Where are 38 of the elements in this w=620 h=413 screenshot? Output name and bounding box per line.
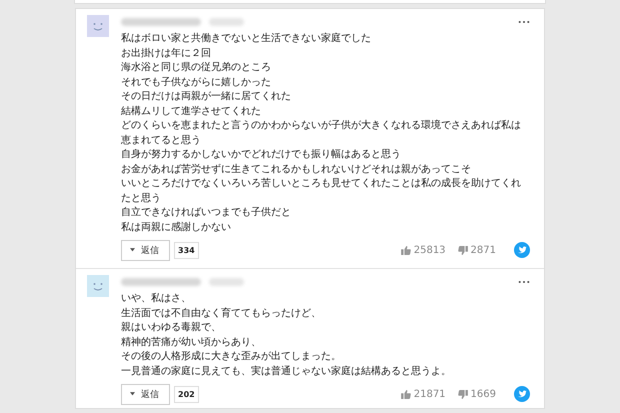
comment-line: 親はいわゆる毒親で、 (121, 321, 222, 335)
comment-line: いいところだけでなくいろいろ苦しいところも見せてくれたことは私の成長を助けてくれたと思う (121, 177, 522, 206)
bird-share-icon[interactable] (514, 242, 530, 258)
thumbs-down-icon[interactable] (458, 246, 468, 254)
thumbs-up-icon[interactable] (400, 390, 411, 398)
reply-count: 202 (174, 386, 199, 402)
comment-line: 私はボロい家と共働きでないと生活できない家庭でした (121, 32, 372, 46)
comment-line: 自立できなければいつまでも子供だと (121, 206, 292, 220)
comment-line: 一見普通の家庭に見えても、実は普通じゃない家庭は結構あると思うよ。 (121, 364, 452, 378)
thumbs-up-icon[interactable] (400, 246, 411, 254)
comment-line: その後の人格形成に大きな歪みが出てしまった。 (121, 350, 342, 364)
reply-button[interactable]: 返信 (121, 240, 170, 260)
thumbs-down-icon[interactable] (458, 390, 468, 398)
comment-line: お出掛けは年に２回 (121, 46, 212, 60)
dislike-count: 2871 (470, 244, 496, 256)
comment-line: それでも子供ながらに嬉しかった (121, 76, 272, 90)
more-options-icon[interactable] (518, 280, 530, 284)
more-options-icon[interactable] (518, 20, 530, 24)
comment-line: いや、私はさ、 (121, 292, 192, 306)
comment-line: 生活面では不自由なく育ててもらったけど、 (121, 306, 322, 320)
like-count: 25813 (414, 244, 446, 256)
comment-line: 自身が努力するかしないかでどれだけでも振り幅はあると思う (121, 148, 402, 162)
comment-line: お金があれば苦労せずに生きてこれるかもしれないけどそれは親があってこそ (121, 162, 472, 176)
like-count: 21871 (414, 388, 446, 400)
caret-icon (130, 392, 135, 396)
blurred-timestamp (209, 18, 244, 26)
comment-line: どのくらいを恵まれたと言うのかわからないが子供が大きくなれる環境でさえあれば私は恵まれてると思う (121, 119, 522, 148)
comment-line: その日だけは両親が一緒に居てくれた (121, 90, 292, 104)
comment-line: 精神的苦痛が幼い頃からあり、 (121, 336, 262, 350)
caret-icon (130, 248, 135, 252)
bird-share-icon[interactable] (514, 386, 530, 402)
comment-line: 私は両親に感謝しかない (121, 220, 232, 234)
comment-line: 結構ムリして進学させてくれた (121, 104, 262, 118)
reply-count: 334 (174, 242, 199, 258)
dislike-count: 1669 (470, 388, 496, 400)
blurred-timestamp (209, 278, 244, 286)
reply-button[interactable]: 返信 (121, 384, 170, 404)
comment-line: 海水浴と同じ県の従兄弟のところ (121, 61, 272, 75)
